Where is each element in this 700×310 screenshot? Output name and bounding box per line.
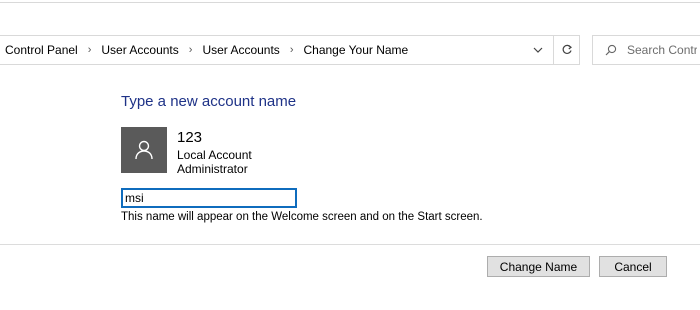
chevron-down-icon: [533, 47, 543, 53]
breadcrumb: Control Panel › User Accounts › User Acc…: [4, 36, 409, 64]
search-icon: [605, 44, 617, 56]
change-name-button[interactable]: Change Name: [487, 256, 590, 277]
breadcrumb-separator-icon[interactable]: ›: [79, 44, 101, 56]
breadcrumb-item-change-your-name[interactable]: Change Your Name: [302, 43, 409, 57]
refresh-button[interactable]: [553, 36, 580, 64]
user-icon: [135, 140, 153, 160]
cancel-button[interactable]: Cancel: [599, 256, 667, 277]
page-title: Type a new account name: [121, 93, 297, 110]
account-name: 123: [177, 129, 203, 146]
name-hint-text: This name will appear on the Welcome scr…: [121, 211, 483, 223]
refresh-icon: [562, 44, 573, 54]
account-role: Administrator: [177, 162, 248, 176]
search-box[interactable]: [592, 35, 700, 65]
address-history-dropdown[interactable]: [523, 36, 553, 64]
avatar: [121, 127, 167, 173]
footer-divider: [0, 244, 700, 245]
window-top-edge: [0, 0, 700, 3]
breadcrumb-separator-icon[interactable]: ›: [281, 44, 303, 56]
new-account-name-input[interactable]: [121, 188, 297, 208]
breadcrumb-item-user-accounts[interactable]: User Accounts: [100, 43, 179, 57]
address-bar[interactable]: Control Panel › User Accounts › User Acc…: [0, 35, 580, 65]
breadcrumb-item-user-accounts-2[interactable]: User Accounts: [201, 43, 280, 57]
search-input[interactable]: [627, 43, 697, 57]
breadcrumb-item-control-panel[interactable]: Control Panel: [4, 43, 79, 57]
breadcrumb-separator-icon[interactable]: ›: [180, 44, 202, 56]
account-type: Local Account: [177, 148, 252, 162]
